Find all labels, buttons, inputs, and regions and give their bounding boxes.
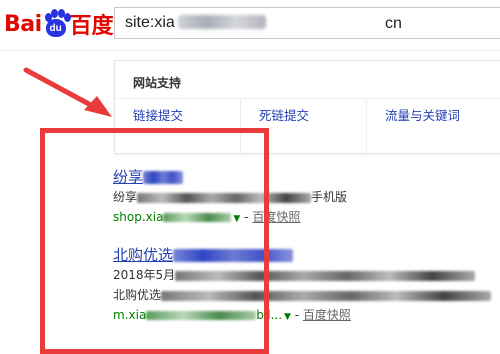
annotation-highlight-box — [40, 128, 269, 354]
